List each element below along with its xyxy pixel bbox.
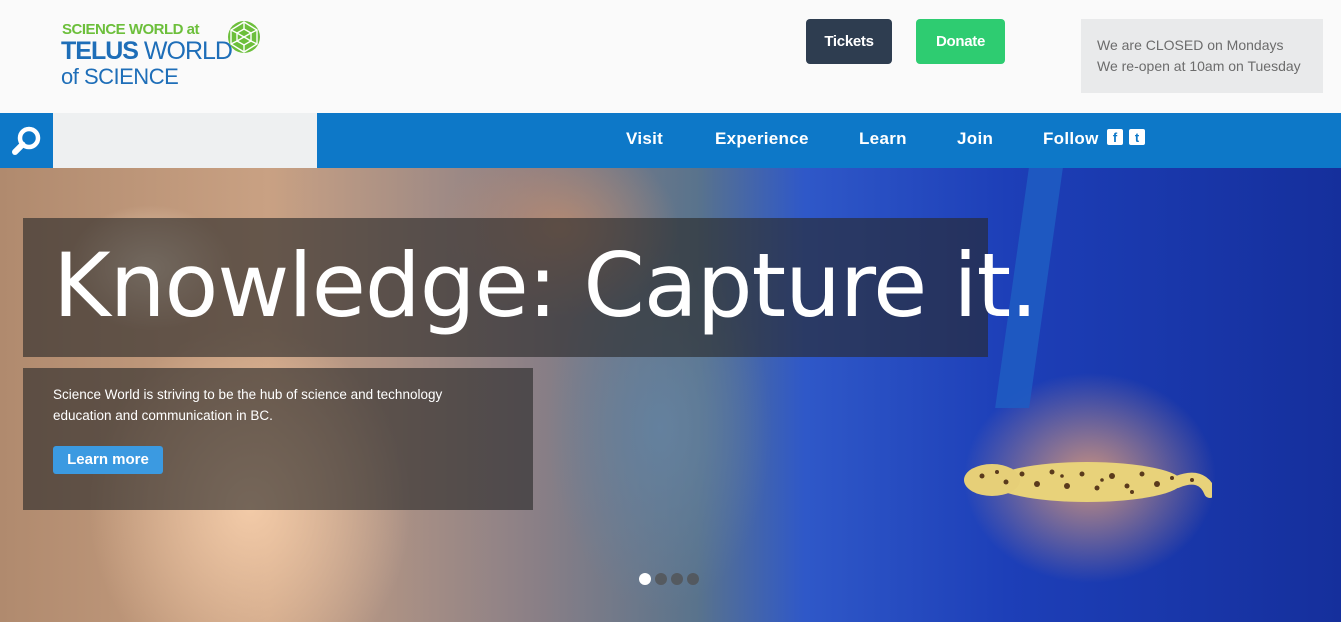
carousel-dot-1[interactable]	[639, 573, 651, 585]
nav-follow[interactable]: Follow	[1043, 113, 1099, 168]
logo-world: WORLD	[143, 37, 233, 65]
hero-photo-gecko	[964, 462, 1212, 502]
carousel-dot-4[interactable]	[687, 573, 699, 585]
notice-line-2: We re-open at 10am on Tuesday	[1097, 58, 1301, 74]
hero-carousel: Knowledge: Capture it. Science World is …	[0, 168, 1341, 622]
logo-line-3: of SCIENCE	[61, 64, 179, 89]
logo-line-1: SCIENCE WORLD at	[62, 21, 200, 38]
site-header: SCIENCE WORLD at TELUS WORLD of SCIENCE …	[0, 0, 1341, 113]
carousel-pagination	[639, 573, 699, 585]
logo-telus: TELUS	[61, 37, 139, 65]
carousel-dot-2[interactable]	[655, 573, 667, 585]
headline-panel: Knowledge: Capture it.	[23, 218, 1038, 357]
nav-visit[interactable]: Visit	[626, 113, 663, 168]
learn-more-button[interactable]: Learn more	[53, 446, 163, 474]
twitter-icon[interactable]: t	[1129, 129, 1145, 145]
geodesic-globe-icon	[228, 21, 260, 53]
main-nav: Visit Experience Learn Join Follow f t	[0, 113, 1341, 168]
hero-headline: Knowledge: Capture it.	[53, 234, 1038, 337]
nav-experience[interactable]: Experience	[715, 113, 809, 168]
facebook-icon[interactable]: f	[1107, 129, 1123, 145]
site-logo[interactable]: SCIENCE WORLD at TELUS WORLD of SCIENCE	[61, 20, 271, 90]
logo-line-2: TELUS WORLD	[61, 37, 233, 66]
notice-line-1: We are CLOSED on Mondays	[1097, 37, 1284, 53]
hero-description: Science World is striving to be the hub …	[53, 387, 443, 423]
nav-learn[interactable]: Learn	[859, 113, 907, 168]
donate-button[interactable]: Donate	[916, 19, 1005, 64]
search-button[interactable]	[0, 113, 53, 168]
search-input[interactable]	[53, 113, 317, 168]
nav-join[interactable]: Join	[957, 113, 993, 168]
hours-notice: We are CLOSED on Mondays We re-open at 1…	[1081, 19, 1323, 93]
description-panel: Science World is striving to be the hub …	[23, 368, 533, 510]
carousel-dot-3[interactable]	[671, 573, 683, 585]
tickets-button[interactable]: Tickets	[806, 19, 892, 64]
search-icon	[11, 126, 40, 155]
